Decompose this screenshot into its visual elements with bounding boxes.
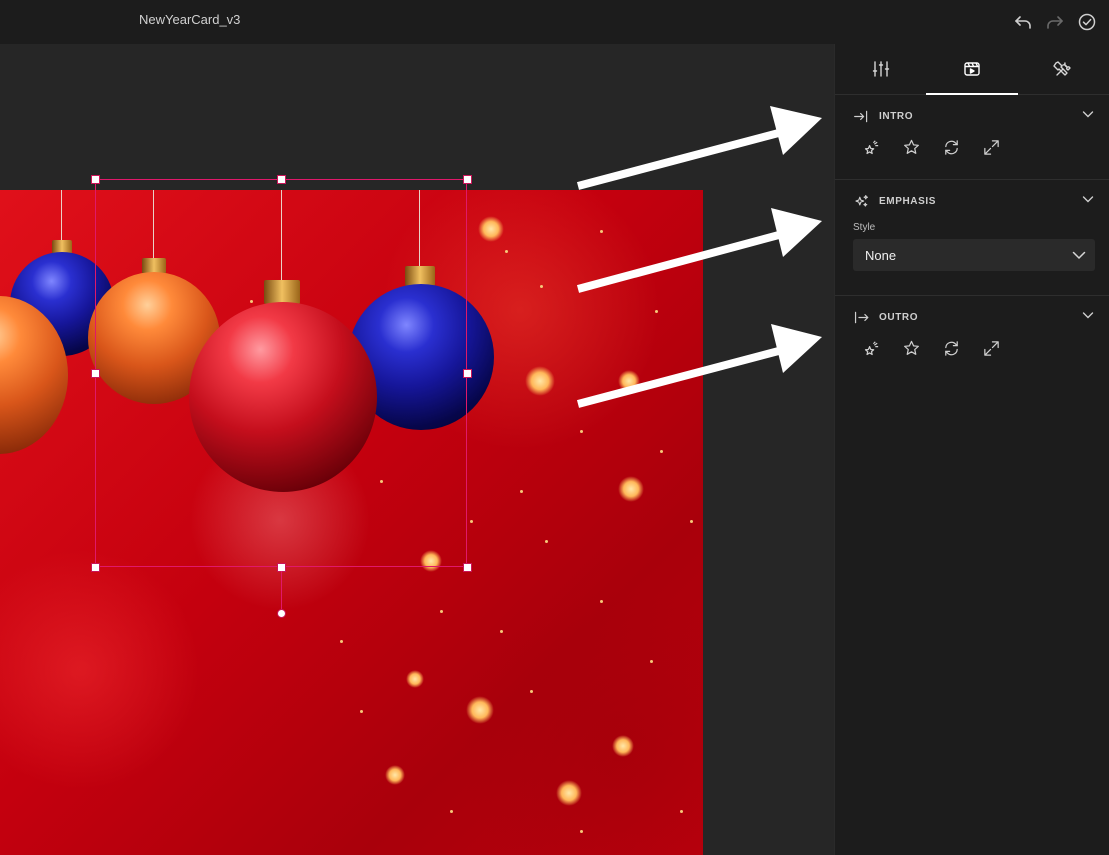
- resize-handle-bottom-right[interactable]: [463, 563, 472, 572]
- undo-icon[interactable]: [1007, 0, 1039, 44]
- loop-icon[interactable]: [941, 137, 961, 157]
- glitter-dot: [340, 640, 343, 643]
- glitter-dot: [500, 630, 503, 633]
- ornament-string: [61, 190, 62, 240]
- chevron-down-icon: [1072, 251, 1086, 260]
- glitter-dot: [530, 690, 533, 693]
- top-actions: [1007, 0, 1109, 44]
- resize-handle-top-left[interactable]: [91, 175, 100, 184]
- loop-icon[interactable]: [941, 338, 961, 358]
- rotate-stem: [281, 571, 282, 611]
- bokeh-light: [466, 696, 494, 724]
- redo-icon[interactable]: [1039, 0, 1071, 44]
- glitter-dot: [450, 810, 453, 813]
- emphasis-title: EMPHASIS: [853, 193, 936, 210]
- bokeh-light: [525, 366, 555, 396]
- resize-handle-bottom-left[interactable]: [91, 563, 100, 572]
- chevron-down-icon[interactable]: [1081, 192, 1095, 211]
- glitter-dot: [600, 600, 603, 603]
- glitter-dot: [680, 810, 683, 813]
- bokeh-light: [618, 370, 640, 392]
- animation-icon: [964, 62, 980, 76]
- emphasis-label: EMPHASIS: [879, 195, 937, 207]
- intro-label: INTRO: [879, 110, 914, 122]
- glitter-dot: [580, 430, 583, 433]
- resize-handle-right[interactable]: [463, 369, 472, 378]
- emphasis-header[interactable]: EMPHASIS: [853, 180, 1095, 222]
- rotate-handle[interactable]: [277, 609, 286, 618]
- done-check-icon[interactable]: [1071, 0, 1103, 44]
- intro-effects: [853, 137, 1095, 179]
- expand-icon[interactable]: [981, 338, 1001, 358]
- glitter-dot: [580, 830, 583, 833]
- tab-adjust[interactable]: [835, 44, 926, 94]
- intro-header[interactable]: INTRO: [853, 95, 1095, 137]
- glitter-dot: [360, 710, 363, 713]
- panel-tabs: [835, 44, 1109, 95]
- bokeh-light: [406, 670, 424, 688]
- star-icon[interactable]: [901, 338, 921, 358]
- outro-section: OUTRO: [835, 296, 1109, 380]
- top-bar: NewYearCard_v3: [0, 0, 1109, 44]
- outro-effects: [853, 338, 1095, 380]
- chevron-down-icon[interactable]: [1081, 308, 1095, 327]
- bokeh-light: [478, 216, 504, 242]
- bokeh-light: [556, 780, 582, 806]
- glitter-dot: [690, 520, 693, 523]
- outro-header[interactable]: OUTRO: [853, 296, 1095, 338]
- intro-title: INTRO: [853, 108, 913, 125]
- bokeh-light: [618, 476, 644, 502]
- style-value: None: [865, 247, 897, 263]
- style-dropdown[interactable]: None: [853, 239, 1095, 271]
- sparkle-star-icon[interactable]: [861, 338, 881, 358]
- tools-icon: [1053, 61, 1072, 76]
- glitter-dot: [505, 250, 508, 253]
- intro-arrow-icon: [854, 110, 868, 122]
- sparkle-star-icon[interactable]: [861, 137, 881, 157]
- glitter-dot: [540, 285, 543, 288]
- style-label: Style: [853, 222, 876, 233]
- outro-label: OUTRO: [879, 311, 919, 323]
- glitter-dot: [650, 660, 653, 663]
- glitter-dot: [440, 610, 443, 613]
- sparkles-icon: [855, 194, 869, 207]
- bokeh-light: [612, 735, 634, 757]
- chevron-down-icon[interactable]: [1081, 107, 1095, 126]
- tab-tools[interactable]: [1018, 44, 1109, 94]
- resize-handle-top[interactable]: [277, 175, 286, 184]
- glitter-dot: [600, 230, 603, 233]
- selection-box[interactable]: [95, 179, 467, 567]
- resize-handle-left[interactable]: [91, 369, 100, 378]
- bokeh-light: [385, 765, 405, 785]
- outro-title: OUTRO: [853, 309, 918, 326]
- emphasis-section: EMPHASIS Style None: [835, 180, 1109, 296]
- glitter-dot: [660, 450, 663, 453]
- expand-icon[interactable]: [981, 137, 1001, 157]
- resize-handle-top-right[interactable]: [463, 175, 472, 184]
- star-icon[interactable]: [901, 137, 921, 157]
- glitter-dot: [655, 310, 658, 313]
- document-title: NewYearCard_v3: [139, 12, 241, 27]
- outro-arrow-icon: [854, 311, 869, 323]
- properties-panel: INTRO EMPHASIS Style None OUTRO: [834, 44, 1109, 855]
- intro-section: INTRO: [835, 95, 1109, 180]
- glitter-dot: [520, 490, 523, 493]
- tab-animation[interactable]: [926, 44, 1018, 95]
- glitter-dot: [470, 520, 473, 523]
- glitter-dot: [545, 540, 548, 543]
- adjust-sliders-icon: [872, 61, 889, 77]
